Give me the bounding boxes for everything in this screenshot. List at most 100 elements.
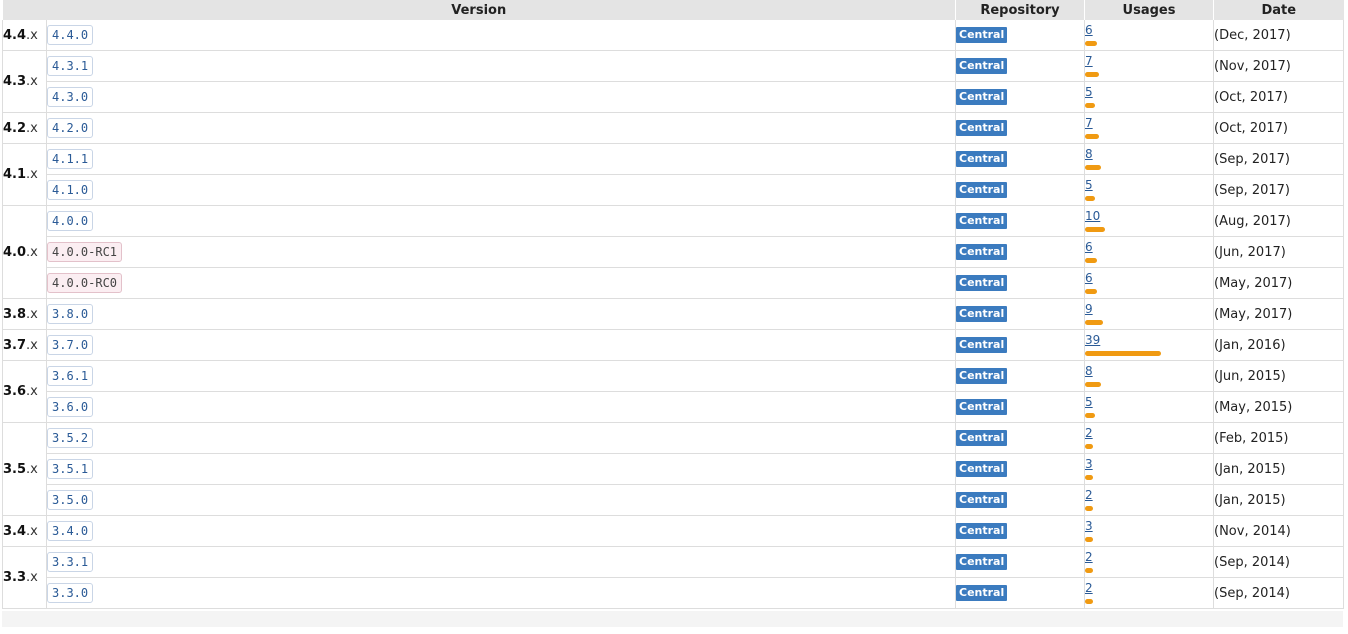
version-link[interactable]: 3.6.0 bbox=[47, 397, 94, 417]
usages-bar bbox=[1085, 382, 1101, 387]
version-link[interactable]: 3.5.1 bbox=[47, 459, 94, 479]
central-repository-badge[interactable]: Central bbox=[956, 306, 1008, 322]
version-cell: 4.0.0 bbox=[46, 205, 956, 237]
usages-count-link[interactable]: 10 bbox=[1085, 209, 1100, 223]
central-repository-badge[interactable]: Central bbox=[956, 120, 1008, 136]
usages-count-link[interactable]: 7 bbox=[1085, 54, 1093, 68]
central-repository-badge[interactable]: Central bbox=[956, 523, 1008, 539]
repository-column-header: Repository bbox=[955, 0, 1085, 20]
central-repository-badge[interactable]: Central bbox=[956, 492, 1008, 508]
repository-cell: Central bbox=[955, 515, 1085, 547]
release-date: (Sep, 2017) bbox=[1213, 143, 1344, 175]
usages-container: 7 bbox=[1085, 115, 1213, 141]
repository-cell: Central bbox=[955, 112, 1085, 144]
minor-version-cell: 4.2.x bbox=[2, 112, 47, 144]
minor-version-label: 3.7 bbox=[3, 337, 27, 353]
central-repository-badge[interactable]: Central bbox=[956, 151, 1008, 167]
usages-bar bbox=[1085, 475, 1093, 480]
usages-count-link[interactable]: 2 bbox=[1085, 581, 1093, 595]
version-link[interactable]: 3.5.2 bbox=[47, 428, 94, 448]
usages-count-link[interactable]: 8 bbox=[1085, 147, 1093, 161]
usages-count-link[interactable]: 6 bbox=[1085, 240, 1093, 254]
central-repository-badge[interactable]: Central bbox=[956, 89, 1008, 105]
release-date: (Oct, 2017) bbox=[1213, 112, 1344, 144]
minor-version-label: 3.3 bbox=[3, 570, 27, 585]
usages-count-link[interactable]: 39 bbox=[1085, 333, 1100, 347]
repository-cell: Central bbox=[955, 174, 1085, 206]
central-repository-badge[interactable]: Central bbox=[956, 554, 1008, 570]
version-link[interactable]: 4.1.0 bbox=[47, 180, 94, 200]
repository-cell: Central bbox=[955, 50, 1085, 82]
repository-cell: Central bbox=[955, 577, 1085, 609]
version-link[interactable]: 3.3.0 bbox=[47, 583, 94, 603]
usages-count-link[interactable]: 3 bbox=[1085, 519, 1093, 533]
usages-count-link[interactable]: 5 bbox=[1085, 395, 1093, 409]
usages-cell: 7 bbox=[1084, 112, 1214, 144]
usages-count-link[interactable]: 2 bbox=[1085, 426, 1093, 440]
central-repository-badge[interactable]: Central bbox=[956, 244, 1008, 260]
version-link[interactable]: 4.4.0 bbox=[47, 25, 94, 45]
usages-count-link[interactable]: 5 bbox=[1085, 178, 1093, 192]
version-link[interactable]: 4.3.1 bbox=[47, 56, 94, 76]
central-repository-badge[interactable]: Central bbox=[956, 275, 1008, 291]
usages-cell: 10 bbox=[1084, 205, 1214, 237]
central-repository-badge[interactable]: Central bbox=[956, 461, 1008, 477]
prerelease-version-link[interactable]: 4.0.0-RC0 bbox=[47, 273, 123, 293]
usages-count-link[interactable]: 7 bbox=[1085, 116, 1093, 130]
version-link[interactable]: 3.7.0 bbox=[47, 335, 94, 355]
central-repository-badge[interactable]: Central bbox=[956, 368, 1008, 384]
release-date: (Nov, 2017) bbox=[1213, 50, 1344, 82]
table-footer bbox=[2, 611, 1343, 627]
table-row: 3.6.0 Central 5 (May, 2015) bbox=[3, 391, 1344, 423]
version-link[interactable]: 3.5.0 bbox=[47, 490, 94, 510]
version-link[interactable]: 3.8.0 bbox=[47, 304, 94, 324]
release-date: (Jun, 2015) bbox=[1213, 360, 1344, 392]
central-repository-badge[interactable]: Central bbox=[956, 213, 1008, 229]
central-repository-badge[interactable]: Central bbox=[956, 58, 1008, 74]
version-cell: 3.3.0 bbox=[46, 577, 956, 609]
central-repository-badge[interactable]: Central bbox=[956, 430, 1008, 446]
minor-version-suffix: .x bbox=[26, 306, 38, 322]
version-link[interactable]: 4.3.0 bbox=[47, 87, 94, 107]
usages-count-link[interactable]: 6 bbox=[1085, 271, 1093, 285]
usages-count-link[interactable]: 5 bbox=[1085, 85, 1093, 99]
date-column-header: Date bbox=[1213, 0, 1344, 20]
central-repository-badge[interactable]: Central bbox=[956, 399, 1008, 415]
version-link[interactable]: 4.2.0 bbox=[47, 118, 94, 138]
central-repository-badge[interactable]: Central bbox=[956, 27, 1008, 43]
usages-count-link[interactable]: 6 bbox=[1085, 23, 1093, 37]
central-repository-badge[interactable]: Central bbox=[956, 337, 1008, 353]
usages-count-link[interactable]: 2 bbox=[1085, 488, 1093, 502]
version-cell: 3.5.0 bbox=[46, 484, 956, 516]
repository-cell: Central bbox=[955, 143, 1085, 175]
version-cell: 4.2.0 bbox=[46, 112, 956, 144]
version-link[interactable]: 3.6.1 bbox=[47, 366, 94, 386]
prerelease-version-link[interactable]: 4.0.0-RC1 bbox=[47, 242, 123, 262]
version-link[interactable]: 3.4.0 bbox=[47, 521, 94, 541]
minor-version-suffix: .x bbox=[26, 120, 38, 136]
repository-cell: Central bbox=[955, 484, 1085, 516]
usages-bar bbox=[1085, 103, 1095, 108]
table-row: 4.2.x 4.2.0 Central 7 (Oct, 2017) bbox=[2, 112, 1344, 144]
minor-version-suffix: .x bbox=[26, 74, 38, 89]
usages-count-link[interactable]: 9 bbox=[1085, 302, 1093, 316]
minor-version-suffix: .x bbox=[26, 523, 38, 539]
version-link[interactable]: 4.0.0 bbox=[47, 211, 94, 231]
usages-container: 10 bbox=[1085, 208, 1213, 234]
version-link[interactable]: 3.3.1 bbox=[47, 552, 94, 572]
usages-count-link[interactable]: 2 bbox=[1085, 550, 1093, 564]
central-repository-badge[interactable]: Central bbox=[956, 585, 1008, 601]
central-repository-badge[interactable]: Central bbox=[956, 182, 1008, 198]
usages-cell: 3 bbox=[1084, 515, 1214, 547]
repository-cell: Central bbox=[955, 20, 1085, 51]
usages-count-link[interactable]: 3 bbox=[1085, 457, 1093, 471]
version-link[interactable]: 4.1.1 bbox=[47, 149, 94, 169]
minor-version-label: 3.5 bbox=[3, 461, 27, 477]
table-row: 4.3.0 Central 5 (Oct, 2017) bbox=[3, 81, 1344, 113]
usages-count-link[interactable]: 8 bbox=[1085, 364, 1093, 378]
minor-version-suffix: .x bbox=[26, 570, 38, 585]
usages-cell: 3 bbox=[1084, 453, 1214, 485]
minor-version-suffix: .x bbox=[26, 167, 38, 182]
repository-cell: Central bbox=[955, 546, 1085, 578]
release-date: (Oct, 2017) bbox=[1213, 81, 1344, 113]
